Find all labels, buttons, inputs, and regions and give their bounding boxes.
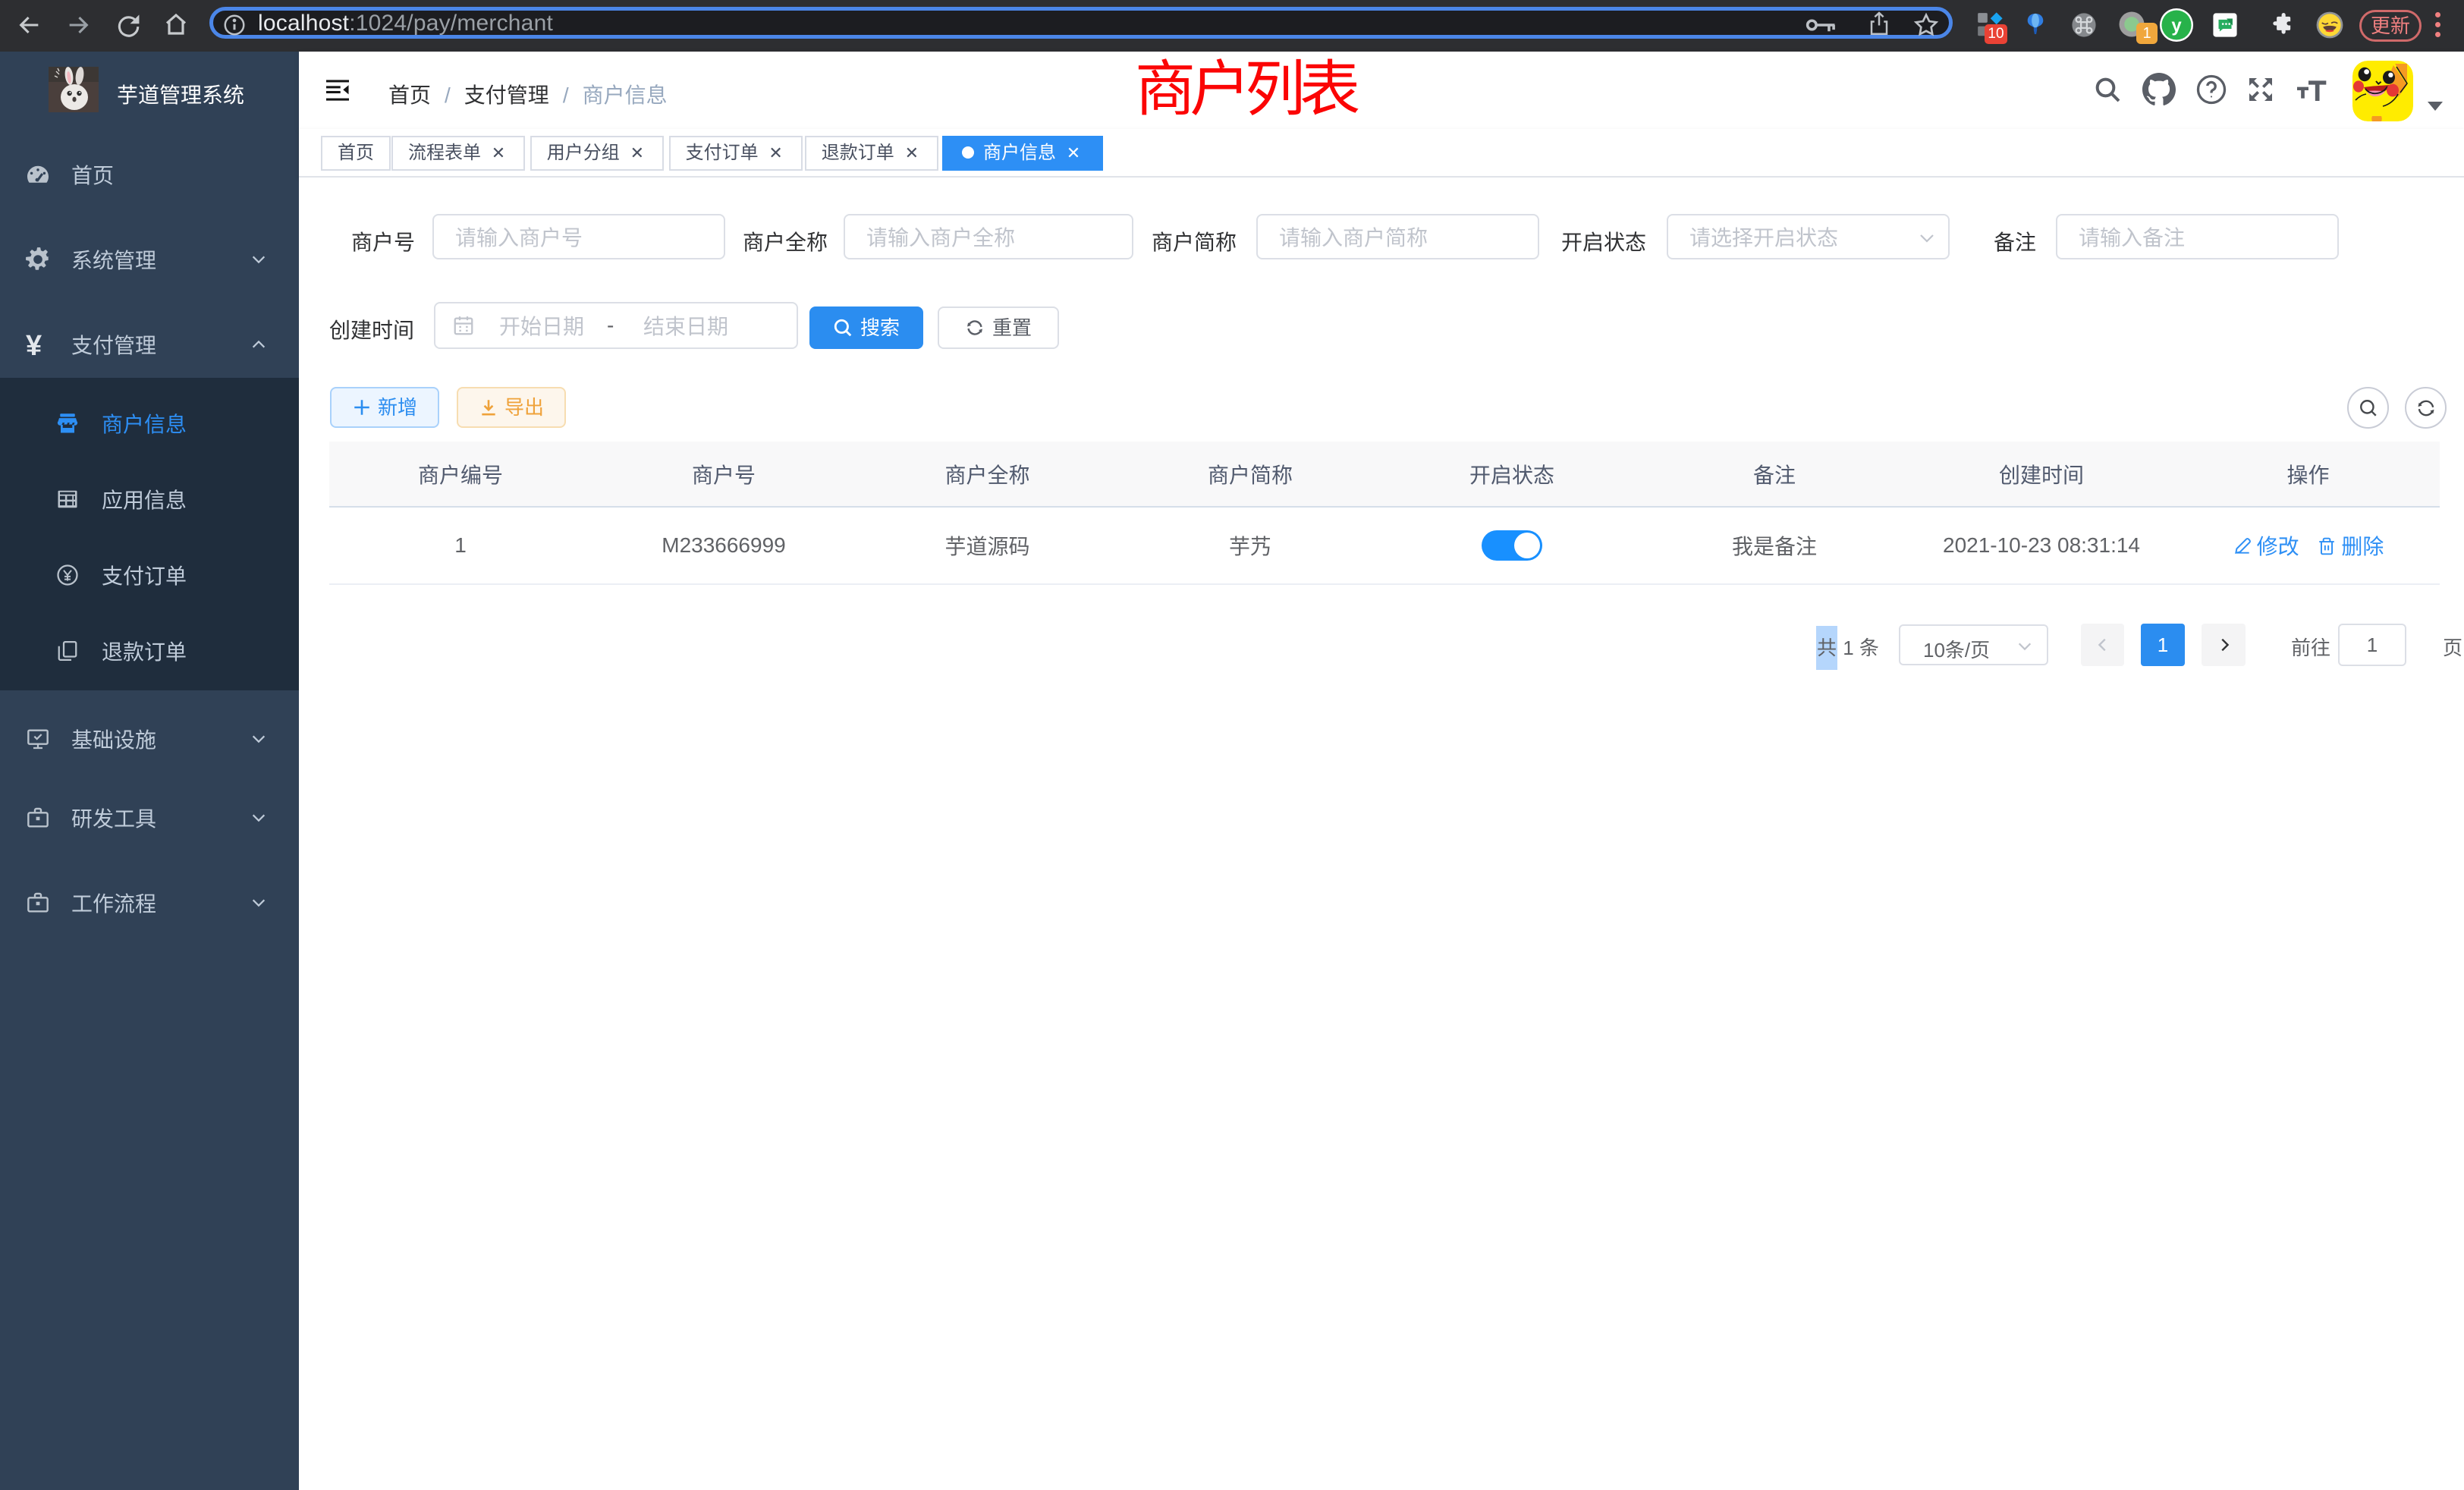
svg-text:y: y bbox=[2171, 15, 2182, 36]
